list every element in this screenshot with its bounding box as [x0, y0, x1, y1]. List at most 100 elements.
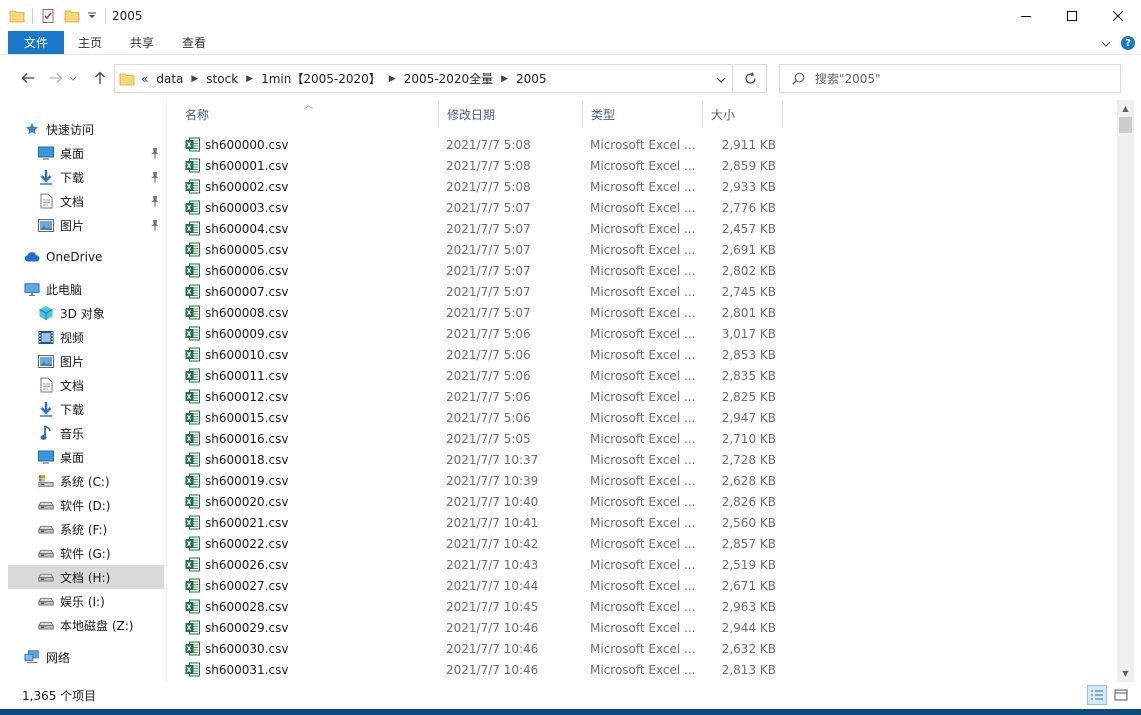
sidebar-item[interactable]: 系统 (C:): [8, 469, 164, 493]
sidebar-item[interactable]: 本地磁盘 (Z:): [8, 613, 164, 637]
close-button[interactable]: [1095, 0, 1141, 31]
file-row[interactable]: sh600030.csv 2021/7/7 10:46 Microsoft Exce…: [167, 638, 1117, 659]
file-row[interactable]: sh600003.csv 2021/7/7 5:07 Microsoft Excel…: [167, 197, 1117, 218]
large-icons-view-button[interactable]: [1111, 685, 1131, 705]
file-row[interactable]: sh600031.csv 2021/7/7 10:46 Microsoft Exce…: [167, 659, 1117, 680]
file-row[interactable]: sh600018.csv 2021/7/7 10:37 Microsoft Exce…: [167, 449, 1117, 470]
search-input[interactable]: 搜索"2005": [779, 64, 1121, 93]
sidebar-item[interactable]: 文档: [8, 189, 164, 213]
sidebar-item[interactable]: 网络: [8, 645, 164, 669]
sidebar-item[interactable]: 视频: [8, 325, 164, 349]
file-row[interactable]: sh600000.csv 2021/7/7 5:08 Microsoft Excel…: [167, 134, 1117, 155]
file-row[interactable]: sh600021.csv 2021/7/7 10:41 Microsoft Exce…: [167, 512, 1117, 533]
address-bar[interactable]: « data ▶ stock ▶ 1min【2005-2020】 ▶ 2005-…: [114, 64, 733, 93]
chevron-right-icon[interactable]: ▶: [501, 74, 508, 84]
sidebar-item[interactable]: 桌面: [8, 445, 164, 469]
file-row[interactable]: sh600019.csv 2021/7/7 10:39 Microsoft Exce…: [167, 470, 1117, 491]
sidebar-item-label: 视频: [60, 330, 85, 345]
file-size: 2,710 KB: [721, 431, 776, 446]
sidebar-item[interactable]: 音乐: [8, 421, 164, 445]
sidebar-item[interactable]: 桌面: [8, 141, 164, 165]
cube-icon: [38, 305, 54, 321]
sidebar-item[interactable]: 此电脑: [8, 277, 164, 301]
minimize-button[interactable]: [1003, 0, 1049, 31]
folder-icon[interactable]: [6, 5, 28, 27]
scrollbar-thumb[interactable]: [1119, 117, 1132, 133]
back-button[interactable]: [16, 66, 40, 90]
file-row[interactable]: sh600026.csv 2021/7/7 10:43 Microsoft Exce…: [167, 554, 1117, 575]
up-button[interactable]: [88, 66, 112, 90]
maximize-button[interactable]: [1049, 0, 1095, 31]
file-row[interactable]: sh600007.csv 2021/7/7 5:07 Microsoft Excel…: [167, 281, 1117, 302]
file-row[interactable]: sh600001.csv 2021/7/7 5:08 Microsoft Excel…: [167, 155, 1117, 176]
tab-share[interactable]: 共享: [116, 31, 168, 54]
sidebar-item[interactable]: 下载: [8, 397, 164, 421]
details-view-icon: [1091, 690, 1103, 700]
file-row[interactable]: sh600008.csv 2021/7/7 5:07 Microsoft Excel…: [167, 302, 1117, 323]
sidebar-item[interactable]: 图片: [8, 349, 164, 373]
new-folder-icon[interactable]: [61, 5, 83, 27]
file-row[interactable]: sh600002.csv 2021/7/7 5:08 Microsoft Excel…: [167, 176, 1117, 197]
file-row[interactable]: sh600020.csv 2021/7/7 10:40 Microsoft Exce…: [167, 491, 1117, 512]
properties-icon[interactable]: [37, 5, 59, 27]
file-row[interactable]: sh600009.csv 2021/7/7 5:06 Microsoft Excel…: [167, 323, 1117, 344]
tab-file[interactable]: 文件: [8, 31, 64, 54]
sidebar-item[interactable]: 文档 (H:): [8, 565, 164, 589]
column-header-size[interactable]: 大小: [703, 100, 783, 128]
status-bar: 1,365 个项目: [0, 682, 1141, 709]
expand-ribbon-icon[interactable]: [1101, 36, 1111, 50]
recent-locations-icon[interactable]: [66, 66, 80, 90]
excel-file-icon: [185, 662, 200, 677]
file-row[interactable]: sh600015.csv 2021/7/7 5:06 Microsoft Excel…: [167, 407, 1117, 428]
sidebar-item[interactable]: 系统 (F:): [8, 517, 164, 541]
file-row[interactable]: sh600012.csv 2021/7/7 5:06 Microsoft Excel…: [167, 386, 1117, 407]
file-list: sh600000.csv 2021/7/7 5:08 Microsoft Excel…: [167, 134, 1117, 682]
help-icon[interactable]: ?: [1121, 36, 1135, 50]
breadcrumb-data[interactable]: data: [156, 72, 183, 86]
tab-view[interactable]: 查看: [168, 31, 220, 54]
file-row[interactable]: sh600005.csv 2021/7/7 5:07 Microsoft Excel…: [167, 239, 1117, 260]
sidebar-item[interactable]: 下载: [8, 165, 164, 189]
sidebar-item[interactable]: 文档: [8, 373, 164, 397]
column-header-name[interactable]: 名称: [177, 100, 439, 128]
breadcrumb-stock[interactable]: stock: [206, 72, 238, 86]
details-view-button[interactable]: [1087, 685, 1107, 705]
file-type: Microsoft Excel ...: [590, 452, 696, 467]
file-row[interactable]: sh600011.csv 2021/7/7 5:06 Microsoft Excel…: [167, 365, 1117, 386]
sidebar-item[interactable]: 快速访问: [8, 117, 164, 141]
vertical-scrollbar[interactable]: ▲ ▼: [1117, 100, 1134, 682]
file-row[interactable]: sh600004.csv 2021/7/7 5:07 Microsoft Excel…: [167, 218, 1117, 239]
chevron-right-icon[interactable]: ▶: [246, 74, 253, 84]
breadcrumb-overflow[interactable]: «: [141, 72, 148, 86]
column-header-date[interactable]: 修改日期: [439, 100, 583, 128]
sidebar-item[interactable]: OneDrive: [8, 245, 164, 269]
breadcrumb-1min[interactable]: 1min【2005-2020】: [261, 70, 381, 87]
chevron-right-icon[interactable]: ▶: [191, 74, 198, 84]
tab-home[interactable]: 主页: [64, 31, 116, 54]
file-row[interactable]: sh600028.csv 2021/7/7 10:45 Microsoft Exce…: [167, 596, 1117, 617]
breadcrumb-2005[interactable]: 2005: [516, 72, 547, 86]
breadcrumb-full[interactable]: 2005-2020全量: [404, 70, 493, 87]
sidebar-item[interactable]: 图片: [8, 213, 164, 237]
file-row[interactable]: sh600022.csv 2021/7/7 10:42 Microsoft Exce…: [167, 533, 1117, 554]
excel-file-icon: [185, 368, 200, 383]
sidebar-item[interactable]: 3D 对象: [8, 301, 164, 325]
file-row[interactable]: sh600027.csv 2021/7/7 10:44 Microsoft Exce…: [167, 575, 1117, 596]
chevron-right-icon[interactable]: ▶: [389, 74, 396, 84]
file-row[interactable]: sh600006.csv 2021/7/7 5:07 Microsoft Excel…: [167, 260, 1117, 281]
chevron-down-icon[interactable]: [716, 72, 726, 86]
customize-dropdown-icon[interactable]: [85, 5, 99, 27]
file-row[interactable]: sh600010.csv 2021/7/7 5:06 Microsoft Excel…: [167, 344, 1117, 365]
refresh-button[interactable]: [734, 64, 767, 93]
forward-button[interactable]: [44, 66, 68, 90]
sidebar-item[interactable]: 娱乐 (I:): [8, 589, 164, 613]
sidebar-item[interactable]: 软件 (G:): [8, 541, 164, 565]
file-row[interactable]: sh600029.csv 2021/7/7 10:46 Microsoft Exce…: [167, 617, 1117, 638]
file-row[interactable]: sh600016.csv 2021/7/7 5:05 Microsoft Excel…: [167, 428, 1117, 449]
scroll-down-icon[interactable]: ▼: [1117, 665, 1134, 682]
scroll-up-icon[interactable]: ▲: [1117, 100, 1134, 117]
large-icons-view-icon: [1114, 689, 1128, 701]
column-header-type[interactable]: 类型: [583, 100, 703, 128]
sidebar-item[interactable]: 软件 (D:): [8, 493, 164, 517]
file-date: 2021/7/7 5:06: [446, 347, 531, 362]
